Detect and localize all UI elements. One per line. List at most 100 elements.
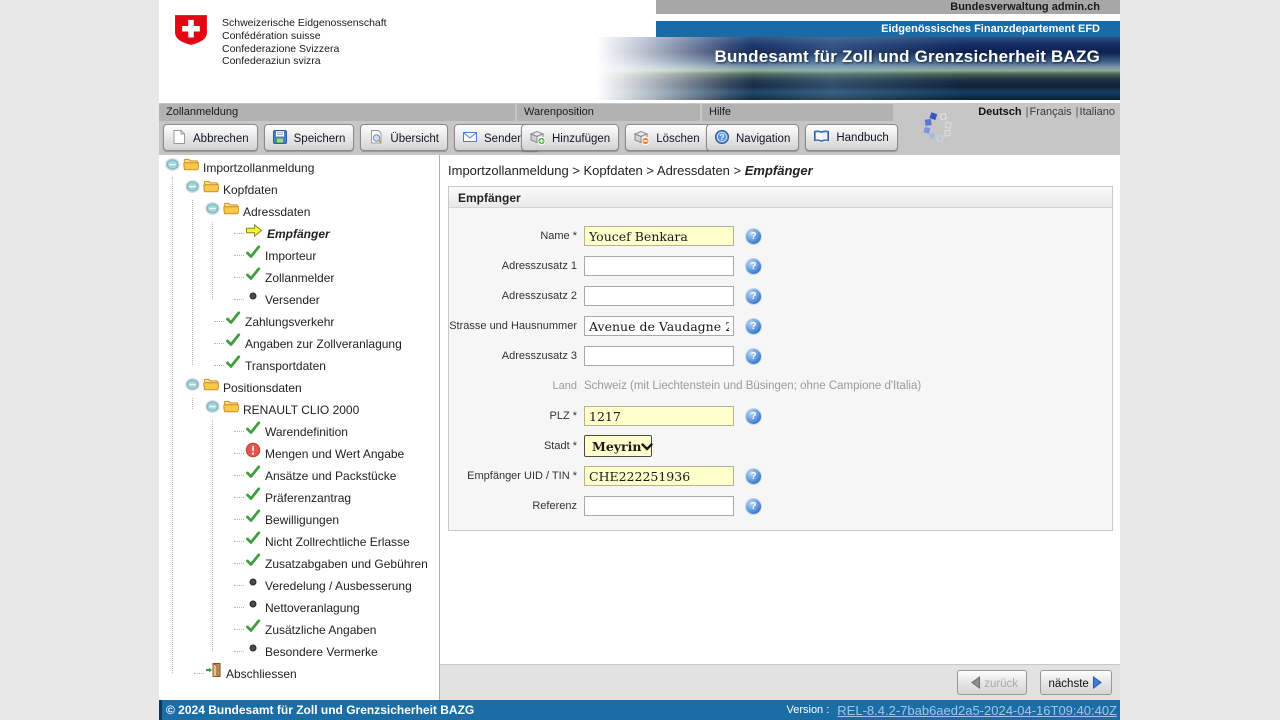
folder-icon (223, 398, 240, 421)
tree-item-label: Abschliessen (226, 666, 297, 681)
logo-line: Confédération suisse (222, 29, 321, 42)
tree-item-label: RENAULT CLIO 2000 (243, 402, 360, 417)
adresszusatz-1-input[interactable] (584, 256, 734, 276)
breadcrumb-part[interactable]: Kopfdaten (584, 163, 643, 178)
collapse-expander-icon[interactable] (165, 157, 180, 179)
chevron-down-icon (641, 439, 654, 454)
stadt-label: Stadt * (543, 440, 577, 452)
tree-item-besondere-vermerke[interactable]: Besondere Vermerke (159, 640, 439, 662)
toolbar-group-hilfe: Hilfe? Navigation Handbuch (702, 104, 898, 151)
help-icon[interactable]: ? (746, 348, 761, 364)
tree-item-zahlungsverkehr[interactable]: Zahlungsverkehr (159, 310, 439, 332)
tree-connector (234, 233, 244, 235)
bersicht-button[interactable]: Übersicht (360, 124, 448, 151)
send-icon (462, 132, 484, 145)
breadcrumb-part[interactable]: Adressdaten (657, 163, 730, 178)
tree-item-importeur[interactable]: Importeur (159, 244, 439, 266)
tree-item-bewilligungen[interactable]: Bewilligungen (159, 508, 439, 530)
loading-spinner-icon (922, 110, 955, 148)
handbuch-button[interactable]: Handbuch (805, 124, 898, 151)
stadt-select[interactable]: Meyrin (584, 435, 654, 457)
tree-item-label: Mengen und Wert Angabe (265, 446, 405, 461)
form-row-adresszusatz-2: Adresszusatz 2? (449, 281, 1112, 311)
collapse-expander-icon[interactable] (185, 377, 200, 399)
adresszusatz-3-input[interactable] (584, 346, 734, 366)
tree-item-positionsdaten[interactable]: Positionsdaten (159, 376, 439, 398)
save-icon (272, 130, 294, 145)
tree-item-importzollanmeldung[interactable]: Importzollanmeldung (159, 156, 439, 178)
delete-item-icon (633, 130, 656, 146)
language-fran-ais[interactable]: Français (1029, 106, 1071, 118)
tree-item-mengen-und-wert-angabe[interactable]: Mengen und Wert Angabe (159, 442, 439, 464)
form-row-land: Land Schweiz (mit Liechtenstein und Büsin… (449, 371, 1112, 401)
tree-item-label: Empfänger (267, 226, 330, 241)
tree-item-label: Zusätzliche Angaben (265, 622, 377, 637)
tree-item-warendefinition[interactable]: Warendefinition (159, 420, 439, 442)
tree-item-zus-tzliche-angaben[interactable]: Zusätzliche Angaben (159, 618, 439, 640)
manual-icon (813, 130, 836, 144)
tree-item-angaben-zur-zollveranlagung[interactable]: Angaben zur Zollveranlagung (159, 332, 439, 354)
tree-item-zusatzabgaben-und-geb-hren[interactable]: Zusatzabgaben und Gebühren (159, 552, 439, 574)
version-link[interactable]: REL-8.4.2-7bab6aed2a5-2024-04-16T09:40:4… (837, 703, 1117, 718)
collapse-expander-icon[interactable] (205, 399, 220, 421)
strasse-und-hausnummer-input[interactable] (584, 316, 734, 336)
language-italiano[interactable]: Italiano (1080, 106, 1115, 118)
help-icon[interactable]: ? (746, 408, 761, 424)
tree-item-zollanmelder[interactable]: Zollanmelder (159, 266, 439, 288)
tree-item-abschliessen[interactable]: Abschliessen (159, 662, 439, 684)
tree-item-veredelung-ausbesserung[interactable]: Veredelung / Ausbesserung (159, 574, 439, 596)
collapse-expander-icon[interactable] (205, 201, 220, 223)
check-icon (245, 464, 261, 487)
tree-connector (214, 343, 224, 345)
help-icon[interactable]: ? (746, 498, 761, 514)
name-input[interactable] (584, 226, 734, 246)
dot-icon (245, 596, 261, 619)
help-icon[interactable]: ? (746, 258, 761, 274)
empf-nger-uid-tin-label: Empfänger UID / TIN * (467, 470, 577, 482)
toolbar: Zollanmeldung Abbrechen Speichern Übersicht… (159, 103, 1120, 155)
form-row-stadt: Stadt * Meyrin (449, 431, 1112, 461)
empf-nger-uid-tin-input[interactable] (584, 466, 734, 486)
toolbar-section-label: Warenposition (517, 104, 700, 121)
tree-connector (234, 431, 244, 433)
back-button-label: zurück (984, 678, 1019, 690)
tree-item-empf-nger[interactable]: Empfänger (159, 222, 439, 244)
dot-icon (245, 574, 261, 597)
next-button[interactable]: nächste (1039, 670, 1112, 695)
tree-item-nicht-zollrechtliche-erlasse[interactable]: Nicht Zollrechtliche Erlasse (159, 530, 439, 552)
help-icon[interactable]: ? (746, 468, 761, 484)
stadt-selected-value: Meyrin (592, 438, 642, 454)
adresszusatz-2-input[interactable] (584, 286, 734, 306)
tree-item-pr-ferenzantrag[interactable]: Präferenzantrag (159, 486, 439, 508)
collapse-expander-icon[interactable] (185, 179, 200, 201)
l-schen-button[interactable]: Löschen (625, 124, 712, 151)
check-icon (245, 618, 261, 641)
tree-item-adressdaten[interactable]: Adressdaten (159, 200, 439, 222)
plz-input[interactable] (584, 406, 734, 426)
referenz-input[interactable] (584, 496, 734, 516)
navigation-button[interactable]: ? Navigation (706, 124, 800, 151)
plz-label: PLZ * (549, 410, 577, 422)
empfaenger-panel: Empfänger Name *?Adresszusatz 1?Adresszu… (448, 186, 1113, 531)
admin-ch-bar: Bundesverwaltung admin.ch (656, 0, 1120, 14)
speichern-button[interactable]: Speichern (263, 124, 355, 151)
breadcrumb: Importzollanmeldung > Kopfdaten > Adress… (448, 163, 813, 178)
hinzuf-gen-button[interactable]: Hinzufügen (521, 124, 620, 151)
tree-item-kopfdaten[interactable]: Kopfdaten (159, 178, 439, 200)
tree-item-versender[interactable]: Versender (159, 288, 439, 310)
back-button[interactable]: zurück (957, 670, 1028, 695)
language-deutsch[interactable]: Deutsch (978, 106, 1021, 118)
tree-item-renault-clio-2000[interactable]: RENAULT CLIO 2000 (159, 398, 439, 420)
tree-item-nettoveranlagung[interactable]: Nettoveranlagung (159, 596, 439, 618)
footer: © 2024 Bundesamt für Zoll und Grenzsiche… (159, 700, 1120, 720)
abbrechen-button[interactable]: Abbrechen (163, 124, 258, 151)
tree-connector (234, 255, 244, 257)
help-icon[interactable]: ? (746, 228, 761, 244)
breadcrumb-part[interactable]: Importzollanmeldung (448, 163, 569, 178)
tree-item-ans-tze-und-packst-cke[interactable]: Ansätze und Packstücke (159, 464, 439, 486)
help-icon[interactable]: ? (746, 288, 761, 304)
tree-connector (234, 475, 244, 477)
tree-item-transportdaten[interactable]: Transportdaten (159, 354, 439, 376)
help-icon[interactable]: ? (746, 318, 761, 334)
tree-connector (234, 563, 244, 565)
